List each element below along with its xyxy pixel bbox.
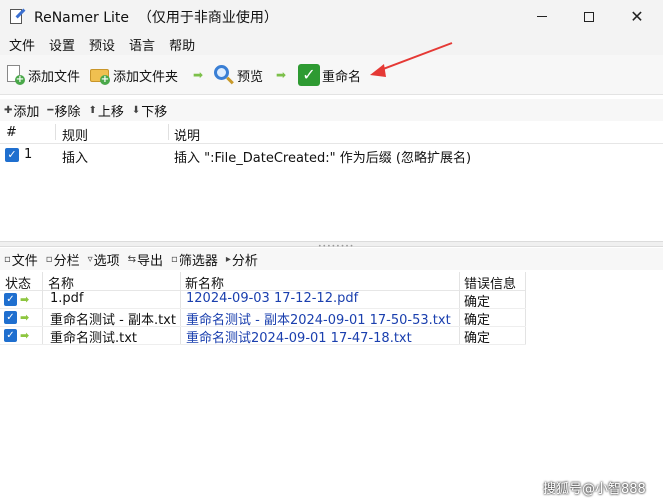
rules-col-description[interactable]: 说明 (174, 125, 200, 144)
files-header: 状态 名称 新名称 错误信息 (0, 271, 526, 292)
rules-toolbar: ✚ 添加 ━ 移除 ⬆ 上移 ⬇ 下移 (0, 99, 663, 121)
file-row[interactable]: ✓ ➡ 重命名测试.txt 重命名测试2024-09-01 17-47-18.t… (0, 327, 526, 346)
add-rule-button[interactable]: ✚ 添加 (4, 101, 39, 120)
export-menu-label: 导出 (137, 253, 164, 269)
watermark: 搜狐号@小智888 (543, 482, 646, 497)
export-menu-button[interactable]: ⇆ 导出 (128, 250, 163, 269)
file-new-name: 12024-09-03 17-12-12.pdf (186, 291, 359, 306)
close-button[interactable]: ✕ (614, 0, 660, 33)
move-down-button[interactable]: ⬇ 下移 (132, 101, 167, 120)
file-status: ✓ ➡ (4, 329, 29, 342)
files-col-name[interactable]: 名称 (48, 273, 74, 292)
file-new-name: 重命名测试2024-09-01 17-47-18.txt (186, 331, 412, 346)
preview-button[interactable]: 预览 (213, 63, 263, 87)
arrow-up-icon: ⬆ (88, 104, 97, 116)
flow-arrow-icon: ➡ (276, 68, 287, 82)
move-down-label: 下移 (141, 104, 168, 120)
minus-icon: ━ (47, 104, 54, 116)
export-icon: ⇆ (127, 253, 137, 265)
menu-file[interactable]: 文件 (9, 35, 35, 54)
columns-menu-label: 分栏 (53, 253, 80, 269)
rename-label: 重命名 (322, 69, 362, 85)
analyze-menu-button[interactable]: ▸ 分析 (226, 250, 258, 269)
add-files-button[interactable]: + 添加文件 (4, 63, 80, 87)
title-bar: ReNamer Lite （仅用于非商业使用） ✕ (0, 0, 663, 33)
rule-checkbox[interactable]: ✓ (5, 148, 19, 162)
files-menu-button[interactable]: ▫ 文件 (4, 250, 38, 269)
rename-button[interactable]: ✓ 重命名 (298, 63, 361, 87)
flow-arrow-icon: ➡ (193, 68, 204, 82)
columns-menu-button[interactable]: ▫ 分栏 (46, 250, 80, 269)
files-icon: ▫ (4, 253, 11, 265)
files-col-new-name[interactable]: 新名称 (185, 273, 224, 292)
file-name: 重命名测试.txt (50, 331, 138, 346)
arrow-down-icon: ⬇ (131, 104, 141, 116)
window-title: ReNamer Lite （仅用于非商业使用） (34, 9, 278, 26)
analyze-icon: ▸ (225, 253, 231, 265)
add-folders-button[interactable]: + 添加文件夹 (89, 63, 178, 87)
ready-arrow-icon: ➡ (20, 311, 30, 324)
ready-arrow-icon: ➡ (20, 329, 30, 342)
menu-presets[interactable]: 预设 (89, 35, 115, 54)
rule-index: 1 (24, 147, 33, 162)
files-col-error[interactable]: 错误信息 (464, 273, 516, 292)
file-checkbox[interactable]: ✓ (4, 293, 17, 306)
menu-bar: 文件 设置 预设 语言 帮助 (0, 33, 663, 55)
rule-description: 插入 ":File_DateCreated:" 作为后缀 (忽略扩展名) (174, 151, 472, 166)
file-error: 确定 (464, 295, 491, 310)
app-icon (8, 8, 26, 26)
move-up-label: 上移 (97, 104, 124, 120)
rules-header: # 规则 说明 (0, 121, 663, 144)
plus-icon: ✚ (4, 104, 13, 116)
filter-icon: ▫ (171, 253, 178, 265)
add-files-label: 添加文件 (28, 69, 81, 85)
file-checkbox[interactable]: ✓ (4, 311, 17, 324)
maximize-button[interactable] (566, 0, 612, 33)
options-menu-button[interactable]: ▿ 选项 (88, 250, 120, 269)
file-new-name: 重命名测试 - 副本2024-09-01 17-50-53.txt (186, 313, 451, 328)
file-status: ✓ ➡ (4, 293, 29, 306)
add-file-icon: + (4, 64, 26, 86)
files-toolbar: ▫ 文件 ▫ 分栏 ▿ 选项 ⇆ 导出 ▫ 筛选器 ▸ 分析 (0, 248, 663, 270)
rule-row[interactable]: ✓ 1 插入 插入 ":File_DateCreated:" 作为后缀 (忽略扩… (0, 144, 663, 166)
file-name: 1.pdf (50, 291, 84, 306)
rules-col-index[interactable]: # (6, 125, 17, 140)
rules-col-rule[interactable]: 规则 (62, 125, 88, 144)
file-checkbox[interactable]: ✓ (4, 329, 17, 342)
checkmark-icon: ✓ (298, 64, 320, 86)
add-folder-icon: + (89, 64, 111, 86)
menu-help[interactable]: 帮助 (169, 35, 195, 54)
pane-splitter[interactable]: •••••••• (0, 241, 663, 250)
minimize-button[interactable] (519, 0, 565, 33)
magnifier-icon (213, 64, 235, 86)
file-status: ✓ ➡ (4, 311, 29, 324)
close-icon: ✕ (630, 6, 644, 26)
add-folders-label: 添加文件夹 (113, 69, 179, 85)
remove-rule-button[interactable]: ━ 移除 (47, 101, 80, 120)
files-col-status[interactable]: 状态 (5, 273, 31, 292)
file-row[interactable]: ✓ ➡ 重命名测试 - 副本.txt 重命名测试 - 副本2024-09-01 … (0, 309, 526, 328)
minimize-icon (537, 16, 547, 17)
file-error: 确定 (464, 313, 491, 328)
file-error: 确定 (464, 331, 491, 346)
options-menu-label: 选项 (93, 253, 120, 269)
remove-rule-label: 移除 (54, 104, 81, 120)
options-icon: ▿ (87, 253, 93, 265)
move-up-button[interactable]: ⬆ 上移 (88, 101, 123, 120)
files-menu-label: 文件 (11, 253, 38, 269)
menu-settings[interactable]: 设置 (49, 35, 75, 54)
add-rule-label: 添加 (13, 104, 40, 120)
file-name: 重命名测试 - 副本.txt (50, 313, 176, 328)
analyze-menu-label: 分析 (231, 253, 258, 269)
ready-arrow-icon: ➡ (20, 293, 30, 306)
menu-language[interactable]: 语言 (129, 35, 155, 54)
preview-label: 预览 (237, 69, 264, 85)
rule-name: 插入 (62, 151, 89, 166)
main-toolbar: + 添加文件 + 添加文件夹 ➡ 预览 ➡ ✓ 重命名 (0, 55, 663, 95)
columns-icon: ▫ (45, 253, 53, 265)
file-row[interactable]: ✓ ➡ 1.pdf 12024-09-03 17-12-12.pdf 确定 (0, 291, 526, 310)
filters-menu-button[interactable]: ▫ 筛选器 (171, 250, 218, 269)
filters-menu-label: 筛选器 (178, 253, 218, 269)
maximize-icon (584, 11, 594, 22)
